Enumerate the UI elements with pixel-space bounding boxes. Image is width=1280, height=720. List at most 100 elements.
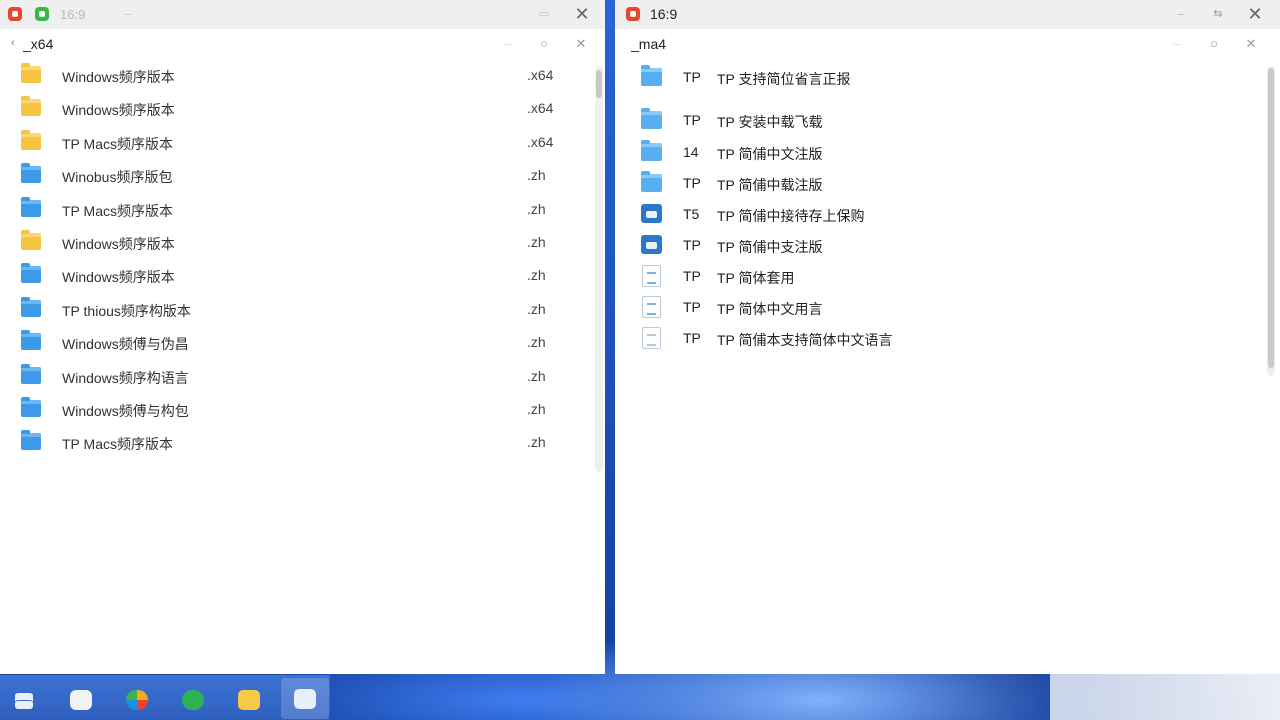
- search-icon[interactable]: ○: [1206, 36, 1222, 52]
- close-button[interactable]: ✕: [572, 5, 592, 23]
- list-item[interactable]: TP TP 支持简位省言正报: [615, 64, 1255, 94]
- file-name: Windows频序版本: [62, 102, 175, 119]
- list-item[interactable]: Windows频序版本 .x64: [0, 62, 590, 92]
- left-titlebar: 16:9 – ▭ ✕: [0, 0, 605, 29]
- taskbar-app-2[interactable]: [118, 682, 154, 718]
- yellow-folder-icon: [21, 129, 41, 150]
- yellow-folder-icon: [21, 230, 41, 250]
- restore-button[interactable]: ⇆: [1208, 5, 1228, 23]
- right-scrollbar[interactable]: [1267, 66, 1275, 376]
- file-name: Windows频序版本: [62, 236, 175, 252]
- file-extension: .zh: [527, 434, 546, 451]
- address-path: _ma4: [631, 36, 667, 52]
- right-address-bar[interactable]: _ma4 – ○ ✕: [615, 29, 1280, 61]
- file-name: TP 支持简位省言正报: [717, 71, 851, 87]
- taskbar-app-1[interactable]: [62, 682, 98, 718]
- item-code: TP: [683, 268, 701, 284]
- minimize-icon[interactable]: –: [1169, 36, 1185, 52]
- file-extension: .zh: [527, 167, 546, 184]
- scroll-thumb[interactable]: [596, 70, 602, 98]
- scroll-thumb[interactable]: [1268, 68, 1274, 368]
- item-code: TP: [683, 175, 701, 191]
- list-item[interactable]: TP TP 简俌本支持简体中文语言: [615, 325, 1255, 355]
- close-icon[interactable]: ✕: [573, 36, 589, 52]
- search-icon[interactable]: ○: [536, 36, 552, 52]
- list-item[interactable]: TP TP 简俌中载注版: [615, 170, 1255, 200]
- taskbar-app-3[interactable]: [174, 682, 210, 718]
- minimize-icon[interactable]: –: [500, 36, 516, 52]
- file-extension: .zh: [527, 200, 546, 217]
- file-name: Windows频傅与构包: [62, 403, 189, 419]
- file-name: TP 简俌本支持简体中文语言: [717, 332, 893, 348]
- taskbar: [0, 675, 330, 720]
- list-item[interactable]: TP TP 简体中文用言: [615, 294, 1255, 324]
- list-item[interactable]: Windows频序构语言 .zh: [0, 363, 590, 393]
- document-icon: [642, 265, 661, 287]
- file-name: Windows频序构语言: [62, 369, 189, 386]
- list-item[interactable]: TP Macs频序版本 .zh: [0, 429, 590, 459]
- app-icon: [8, 7, 22, 21]
- window-title: 16:9: [60, 7, 86, 22]
- yellow-folder-icon: [21, 63, 41, 83]
- list-item[interactable]: TP TP 简俌中支注版: [615, 232, 1255, 262]
- photos-icon: [126, 690, 148, 710]
- close-button[interactable]: ✕: [1245, 5, 1265, 23]
- minimize-button[interactable]: –: [118, 5, 138, 23]
- file-name: TP 简体中文用言: [717, 301, 823, 317]
- app-icon-green: [35, 7, 49, 21]
- close-icon[interactable]: ✕: [1243, 36, 1259, 52]
- maps-icon: [182, 690, 204, 710]
- list-item[interactable]: TP thious频序构版本 .zh: [0, 296, 590, 326]
- messages-icon: [294, 689, 316, 709]
- blue-folder-icon: [21, 330, 41, 351]
- file-extension: .x64: [527, 133, 554, 150]
- left-scrollbar[interactable]: [595, 66, 603, 472]
- file-extension: .zh: [527, 334, 546, 351]
- list-item[interactable]: Windows频傅与构包 .zh: [0, 396, 590, 426]
- list-item[interactable]: 14 TP 简俌中文注版: [615, 139, 1255, 169]
- list-item[interactable]: TP Macs频序版本 .x64: [0, 129, 590, 159]
- plain-document-icon: [642, 327, 661, 349]
- app-badge-icon: [641, 235, 662, 254]
- start-button[interactable]: [6, 682, 42, 718]
- list-item[interactable]: T5 TP 简俌中接待存上保购: [615, 201, 1255, 231]
- list-item[interactable]: TP TP 简体套用: [615, 263, 1255, 293]
- window-title: 16:9: [650, 6, 678, 22]
- file-name: Winobus频序版包: [62, 169, 173, 186]
- list-item[interactable]: Windows频傅与伪昌 .zh: [0, 329, 590, 359]
- blue-folder-icon: [21, 296, 41, 317]
- minimize-button[interactable]: –: [1171, 5, 1191, 23]
- blue-folder-icon: [21, 263, 41, 284]
- list-item[interactable]: TP Macs频序版本 .zh: [0, 196, 590, 226]
- file-name: TP 简俌中接待存上保购: [717, 208, 865, 224]
- file-explorer-icon: [238, 690, 260, 710]
- file-name: TP Macs频序版本: [62, 436, 173, 453]
- blue-folder-icon: [21, 363, 41, 384]
- taskbar-app-5[interactable]: [281, 678, 329, 719]
- item-code: T5: [683, 206, 700, 222]
- blue-folder-icon: [21, 397, 41, 417]
- list-item[interactable]: Windows频序版本 .zh: [0, 262, 590, 292]
- taskbar-app-4[interactable]: [230, 682, 266, 718]
- file-name: TP 简俌中支注版: [717, 239, 823, 255]
- folder-icon: [641, 108, 662, 129]
- list-item[interactable]: Windows频序版本 .x64: [0, 95, 590, 125]
- start-icon: [15, 693, 33, 709]
- right-window: 16:9 – ⇆ ✕ _ma4 – ○ ✕ TP TP 支持简位省言正报 TP TP …: [615, 0, 1280, 674]
- file-name: TP 简体套用: [717, 270, 795, 286]
- file-extension: .zh: [527, 267, 546, 284]
- folder-icon: [641, 171, 662, 192]
- list-item[interactable]: TP TP 安装中载飞载: [615, 107, 1255, 137]
- list-item[interactable]: Windows频序版本 .zh: [0, 229, 590, 259]
- address-path: _x64: [23, 36, 54, 52]
- file-extension: .x64: [527, 67, 554, 83]
- yellow-folder-icon: [21, 96, 41, 117]
- file-extension: .zh: [527, 401, 546, 417]
- maximize-button[interactable]: ▭: [534, 5, 554, 23]
- app-icon: [70, 690, 92, 710]
- file-name: Windows频序版本: [62, 269, 175, 286]
- list-item[interactable]: Winobus频序版包 .zh: [0, 162, 590, 192]
- left-address-bar[interactable]: ‹ _x64 – ○ ✕: [0, 29, 605, 61]
- item-code: TP: [683, 330, 701, 346]
- file-name: TP thious频序构版本: [62, 302, 191, 319]
